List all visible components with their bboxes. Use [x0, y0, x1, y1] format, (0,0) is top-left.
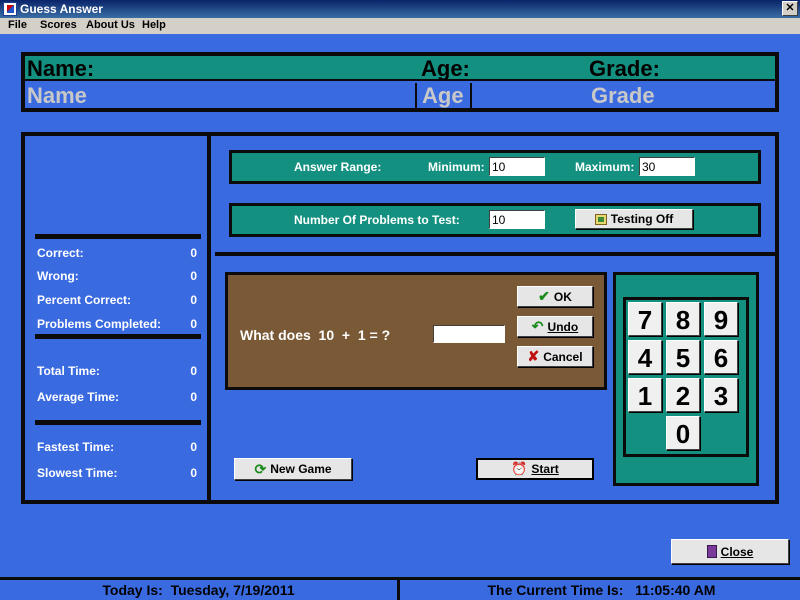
- start-button[interactable]: ⏰ Start: [476, 458, 594, 480]
- student-info-header: Name: Age: Grade:: [25, 56, 775, 81]
- keypad: 7 8 9 4 5 6 1 2 3 0: [623, 297, 749, 457]
- game-panel: Correct: 0 Wrong: 0 Percent Correct: 0 P…: [21, 132, 779, 504]
- key-0[interactable]: 0: [666, 416, 700, 450]
- refresh-icon: ⟳: [254, 460, 267, 477]
- stat-percent-correct: Percent Correct: 0: [37, 293, 197, 307]
- main-window: Name: Age: Grade: Name Age Grade Correct…: [0, 34, 800, 577]
- date-value: Tuesday, 7/19/2011: [170, 582, 295, 598]
- key-4[interactable]: 4: [628, 340, 662, 374]
- age-field[interactable]: Age: [422, 83, 464, 109]
- answer-input[interactable]: [433, 325, 505, 343]
- problems-panel: Number Of Problems to Test: Testing Off: [229, 203, 761, 237]
- maximum-label: Maximum:: [575, 160, 635, 174]
- stat-value: 0: [190, 293, 197, 307]
- key-1[interactable]: 1: [628, 378, 662, 412]
- stat-total-time: Total Time: 0: [37, 364, 197, 378]
- stat-value: 0: [190, 390, 197, 404]
- stat-label: Correct:: [37, 246, 84, 260]
- ok-button[interactable]: ✔ OK: [517, 286, 593, 307]
- problems-count-input[interactable]: [489, 210, 545, 229]
- student-info-panel: Name: Age: Grade: Name Age Grade: [21, 52, 779, 112]
- stats-divider: [35, 234, 201, 239]
- minimum-input[interactable]: [489, 157, 545, 176]
- app-icon: [3, 2, 17, 16]
- grade-label: Grade:: [589, 56, 660, 81]
- time-label: The Current Time Is:: [487, 582, 624, 598]
- stat-label: Average Time:: [37, 390, 120, 404]
- stat-label: Wrong:: [37, 269, 79, 283]
- time-value: 11:05:40 AM: [635, 582, 716, 598]
- stats-panel: Correct: 0 Wrong: 0 Percent Correct: 0 P…: [25, 136, 211, 500]
- close-button[interactable]: Close: [671, 539, 789, 564]
- new-game-button[interactable]: ⟳ New Game: [234, 458, 352, 480]
- age-label: Age:: [421, 56, 470, 81]
- maximum-input[interactable]: [639, 157, 695, 176]
- stat-average-time: Average Time: 0: [37, 390, 197, 404]
- stat-slowest-time: Slowest Time: 0: [37, 466, 197, 480]
- undo-icon: ↶: [531, 318, 544, 334]
- stats-divider: [35, 334, 201, 339]
- minimum-label: Minimum:: [428, 160, 485, 174]
- exit-door-icon: [706, 545, 717, 558]
- testing-icon: [594, 213, 607, 225]
- checkmark-icon: ✔: [538, 288, 550, 304]
- date-label: Today Is:: [102, 582, 163, 598]
- grade-field[interactable]: Grade: [591, 83, 655, 109]
- time-status: The Current Time Is: 11:05:40 AM: [403, 580, 800, 600]
- key-9[interactable]: 9: [704, 302, 738, 336]
- key-7[interactable]: 7: [628, 302, 662, 336]
- stat-problems-completed: Problems Completed: 0: [37, 317, 197, 331]
- status-bar: Today Is: Tuesday, 7/19/2011 The Current…: [0, 577, 800, 600]
- stat-value: 0: [190, 246, 197, 260]
- stat-value: 0: [190, 466, 197, 480]
- keypad-panel: 7 8 9 4 5 6 1 2 3 0: [613, 272, 759, 486]
- stat-value: 0: [190, 440, 197, 454]
- date-status: Today Is: Tuesday, 7/19/2011: [0, 580, 400, 600]
- divider: [415, 83, 417, 108]
- key-8[interactable]: 8: [666, 302, 700, 336]
- key-6[interactable]: 6: [704, 340, 738, 374]
- stat-label: Percent Correct:: [37, 293, 132, 307]
- divider: [470, 83, 472, 108]
- stat-fastest-time: Fastest Time: 0: [37, 440, 197, 454]
- question-panel: What does 10 + 1 = ? ✔ OK ↶ Undo ✘ Cance…: [225, 272, 607, 390]
- key-3[interactable]: 3: [704, 378, 738, 412]
- key-2[interactable]: 2: [666, 378, 700, 412]
- key-5[interactable]: 5: [666, 340, 700, 374]
- stat-label: Total Time:: [37, 364, 100, 378]
- answer-range-label: Answer Range:: [294, 160, 382, 174]
- name-label: Name:: [27, 56, 95, 81]
- title-bar: Guess Answer ✕: [0, 0, 800, 18]
- stat-value: 0: [190, 364, 197, 378]
- cancel-x-icon: ✘: [527, 348, 540, 364]
- alarm-clock-icon: ⏰: [511, 461, 528, 476]
- menu-about-us[interactable]: About Us: [86, 19, 135, 31]
- stat-correct: Correct: 0: [37, 246, 197, 260]
- cancel-button[interactable]: ✘ Cancel: [517, 346, 593, 367]
- undo-button[interactable]: ↶ Undo: [517, 316, 593, 337]
- menu-scores[interactable]: Scores: [40, 19, 77, 31]
- section-divider: [215, 252, 775, 256]
- stat-wrong: Wrong: 0: [37, 269, 197, 283]
- stat-label: Problems Completed:: [37, 317, 162, 331]
- question-text: What does 10 + 1 = ?: [240, 327, 391, 343]
- stat-label: Fastest Time:: [37, 440, 115, 454]
- menu-file[interactable]: File: [8, 19, 27, 31]
- stat-value: 0: [190, 269, 197, 283]
- testing-toggle-button[interactable]: Testing Off: [575, 209, 693, 229]
- stat-label: Slowest Time:: [37, 466, 118, 480]
- window-close-button[interactable]: ✕: [782, 1, 798, 16]
- menu-help[interactable]: Help: [142, 19, 166, 31]
- window-title: Guess Answer: [20, 2, 103, 16]
- stats-divider: [35, 420, 201, 425]
- problems-label: Number Of Problems to Test:: [294, 213, 460, 227]
- menu-bar: File Scores About Us Help: [0, 18, 800, 34]
- stat-value: 0: [190, 317, 197, 331]
- answer-range-panel: Answer Range: Minimum: Maximum:: [229, 150, 761, 184]
- name-field[interactable]: Name: [27, 83, 87, 109]
